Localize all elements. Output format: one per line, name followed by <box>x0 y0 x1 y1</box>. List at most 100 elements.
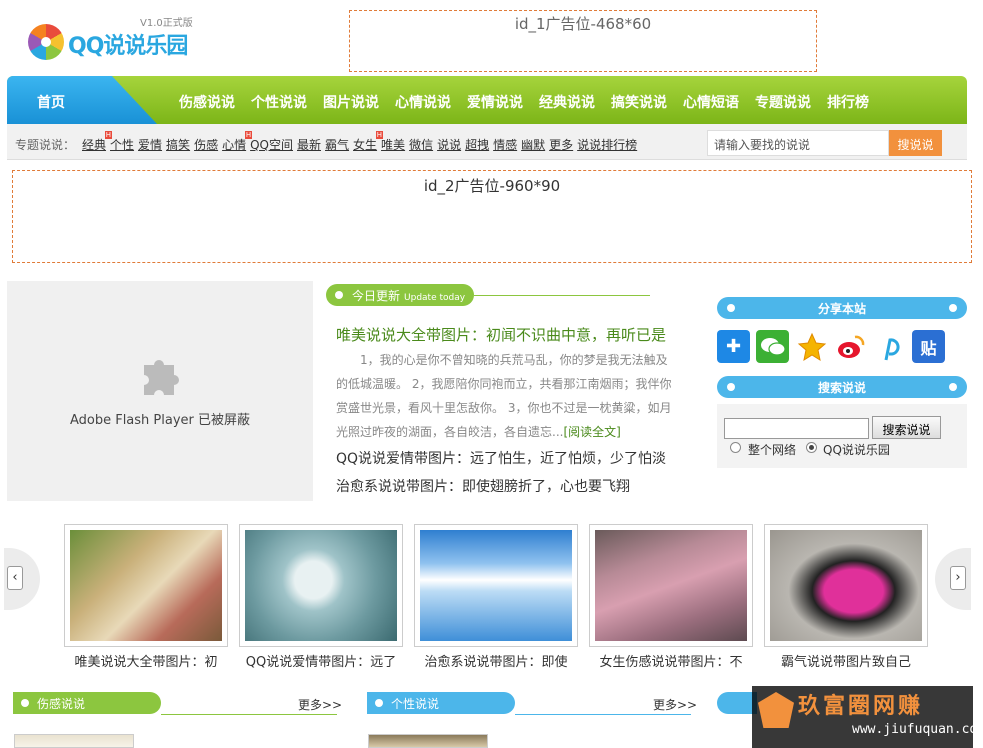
flash-placeholder[interactable]: Adobe Flash Player 已被屏蔽 <box>7 281 313 501</box>
plus-icon[interactable]: ✚ <box>717 330 750 363</box>
watermark-url: www.jiufuquan.com <box>852 722 983 737</box>
nav-home-label: 首页 <box>37 95 65 111</box>
nav-item[interactable]: 伤感说说 <box>179 92 235 112</box>
photo-sky-lake-image <box>420 530 572 641</box>
photo-petals-image <box>595 530 747 641</box>
topic-link[interactable]: 爱情 <box>138 136 162 153</box>
logo-version: V1.0正式版 <box>140 18 193 29</box>
carousel-prev-button[interactable]: ‹ <box>7 566 23 590</box>
qzone-star-icon[interactable] <box>795 330 828 363</box>
carousel-next-button[interactable]: › <box>950 566 966 590</box>
topic-link[interactable]: 经典 <box>82 131 113 153</box>
more-link[interactable]: 更多>> <box>653 696 697 713</box>
topic-link[interactable]: 说说 <box>437 136 461 153</box>
topic-link[interactable]: 超拽 <box>465 136 489 153</box>
top-search-button[interactable]: 搜说说 <box>889 130 942 156</box>
site-search-button[interactable]: 搜索说说 <box>872 416 941 439</box>
nav-item[interactable]: 专题说说 <box>755 92 811 112</box>
today-label: 今日更新 <box>352 289 401 303</box>
carousel-thumb[interactable] <box>414 524 578 647</box>
topic-link[interactable]: 说说排行榜 <box>577 136 637 153</box>
more-link[interactable]: 更多>> <box>298 696 342 713</box>
carousel-thumb[interactable] <box>589 524 753 647</box>
divider <box>474 295 650 296</box>
carousel-thumb[interactable] <box>239 524 403 647</box>
section-thumb[interactable] <box>14 734 134 748</box>
wechat-icon[interactable] <box>756 330 789 363</box>
site-search-header: 搜索说说 <box>717 376 967 398</box>
carousel-caption[interactable]: 治愈系说说带图片：即使 <box>414 651 578 670</box>
nav-item[interactable]: 经典说说 <box>539 92 595 112</box>
flash-blocked-text: Adobe Flash Player 已被屏蔽 <box>69 413 251 428</box>
divider <box>515 714 691 715</box>
topic-link[interactable]: 最新 <box>297 136 321 153</box>
nav-item[interactable]: 心情说说 <box>395 92 451 112</box>
photo-pink-dog-image <box>770 530 922 641</box>
topic-link[interactable]: 女生 <box>353 131 384 153</box>
section-header-partial <box>717 692 757 714</box>
read-more-link[interactable]: [阅读全文] <box>563 425 620 439</box>
radio-site-label: QQ说说乐园 <box>823 443 890 457</box>
topic-link[interactable]: 情感 <box>493 136 517 153</box>
divider <box>161 714 337 715</box>
photo-girl-image <box>70 530 222 641</box>
topic-link[interactable]: 霸气 <box>325 136 349 153</box>
featured-article-title[interactable]: 唯美说说大全带图片：初闻不识曲中意，再听已是 <box>336 324 666 345</box>
weibo-icon[interactable] <box>834 330 867 363</box>
nav-item[interactable]: 搞笑说说 <box>611 92 667 112</box>
today-sublabel: Update today <box>404 293 466 303</box>
nav-item[interactable]: 心情短语 <box>683 92 739 112</box>
section-thumb[interactable] <box>368 734 488 748</box>
nav-home[interactable]: 首页 <box>7 76 157 124</box>
section-header-personality: 个性说说 <box>367 692 515 714</box>
radio-web-label: 整个网络 <box>748 443 797 457</box>
carousel-thumb[interactable] <box>764 524 928 647</box>
logo-text: QQ说说乐园 <box>68 34 188 59</box>
main-nav: 首页 伤感说说 个性说说 图片说说 心情说说 爱情说说 经典说说 搞笑说说 心情… <box>7 76 967 124</box>
photo-hand-flower-image <box>245 530 397 641</box>
article-link[interactable]: 治愈系说说带图片：即使翅膀折了，心也要飞翔 <box>336 476 630 496</box>
share-header: 分享本站 <box>717 297 967 319</box>
radio-site[interactable] <box>806 442 817 453</box>
featured-article-excerpt: 1，我的心是你不曾知晓的兵荒马乱，你的梦是我无法触及的低城温暖。 2，我愿陪你同… <box>336 348 674 444</box>
nav-links: 伤感说说 个性说说 图片说说 心情说说 爱情说说 经典说说 搞笑说说 心情短语 … <box>179 92 885 112</box>
ad-banner-top[interactable]: id_1广告位-468*60 <box>349 10 817 72</box>
article-link[interactable]: QQ说说爱情带图片：远了怕生，近了怕烦，少了怕淡 <box>336 448 666 468</box>
puzzle-plugin-icon <box>144 360 179 395</box>
pinterest-p-icon[interactable] <box>873 330 906 363</box>
nav-item[interactable]: 排行榜 <box>827 92 869 112</box>
pinwheel-icon <box>28 24 64 60</box>
nav-item[interactable]: 图片说说 <box>323 92 379 112</box>
carousel-thumb[interactable] <box>64 524 228 647</box>
topic-link[interactable]: 个性 <box>110 136 134 153</box>
site-logo[interactable]: QQ说说乐园 V1.0正式版 <box>28 14 203 64</box>
top-search-input[interactable]: 请输入要找的说说 <box>707 130 889 156</box>
carousel-caption[interactable]: 唯美说说大全带图片：初 <box>64 651 228 670</box>
topic-link[interactable]: 更多 <box>549 136 573 153</box>
topic-link[interactable]: 搞笑 <box>166 136 190 153</box>
topic-link[interactable]: 伤感 <box>194 136 218 153</box>
today-update-badge: 今日更新 Update today <box>326 284 474 306</box>
topic-link[interactable]: 幽默 <box>521 136 545 153</box>
topic-links: 经典个性爱情搞笑伤感心情QQ空间最新霸气女生唯美微信说说超拽情感幽默更多说说排行… <box>82 131 641 153</box>
topic-label: 专题说说： <box>15 138 76 152</box>
nav-item[interactable]: 爱情说说 <box>467 92 523 112</box>
ad-banner-wide[interactable]: id_2广告位-960*90 <box>12 170 972 263</box>
radio-web[interactable] <box>730 442 741 453</box>
topic-link[interactable]: 唯美 <box>381 136 405 153</box>
watermark-logo-icon <box>758 692 794 728</box>
carousel-caption[interactable]: QQ说说爱情带图片：远了 <box>239 651 403 670</box>
topic-link[interactable]: 心情 <box>222 131 253 153</box>
section-header-sad: 伤感说说 <box>13 692 161 714</box>
excerpt-text: 1，我的心是你不曾知晓的兵荒马乱，你的梦是我无法触及的低城温暖。 2，我愿陪你同… <box>336 353 672 439</box>
share-icons: ✚ 贴 <box>717 330 945 363</box>
topic-link[interactable]: 微信 <box>409 136 433 153</box>
nav-item[interactable]: 个性说说 <box>251 92 307 112</box>
topic-link[interactable]: QQ空间 <box>250 136 293 153</box>
tieba-icon[interactable]: 贴 <box>912 330 945 363</box>
carousel-caption[interactable]: 霸气说说带图片致自己 <box>764 651 928 670</box>
site-search-input[interactable] <box>724 418 869 439</box>
watermark-overlay: 玖富圈网赚 www.jiufuquan.com <box>752 686 983 748</box>
carousel-caption[interactable]: 女生伤感说说带图片：不 <box>589 651 753 670</box>
watermark-title: 玖富圈网赚 <box>798 694 924 719</box>
